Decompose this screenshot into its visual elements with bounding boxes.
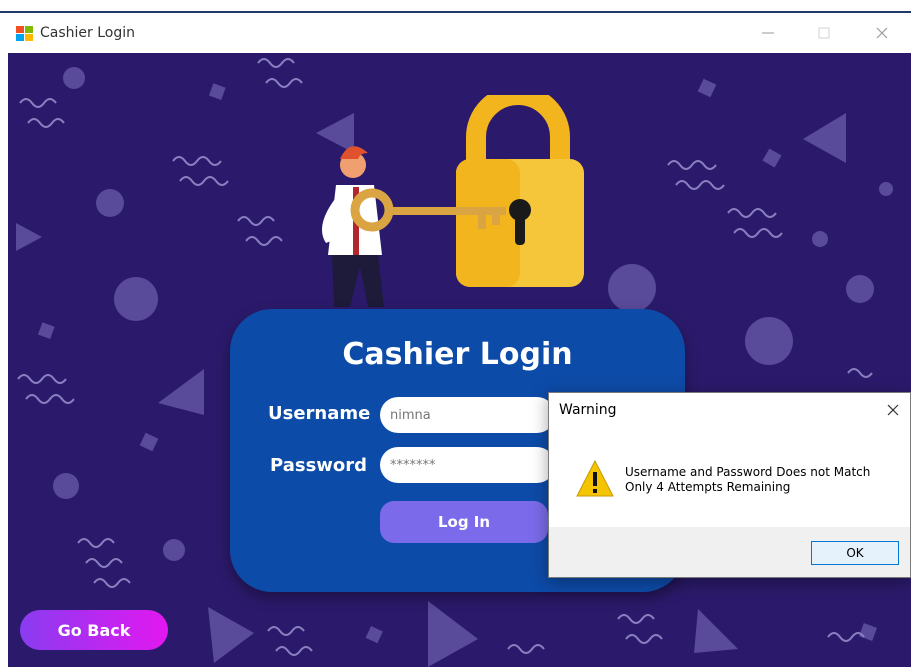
ok-button[interactable]: OK (811, 541, 899, 565)
bg-squiggle (25, 394, 75, 404)
login-button[interactable]: Log In (380, 501, 548, 543)
close-button[interactable] (864, 19, 900, 47)
bg-square (139, 432, 159, 452)
bg-squiggle (245, 236, 283, 246)
bg-squiggle (93, 578, 131, 588)
minimize-button[interactable] (750, 19, 786, 47)
bg-circle (63, 67, 85, 89)
bg-squiggle (172, 156, 222, 166)
lock-illustration (322, 95, 584, 307)
bg-squiggle (507, 644, 545, 654)
password-input[interactable]: ******* (380, 447, 555, 483)
maximize-button[interactable] (806, 19, 842, 47)
bg-square (208, 83, 226, 100)
lock-body-shade (456, 159, 520, 287)
person-legs (332, 255, 384, 307)
bg-squiggle (237, 216, 275, 226)
lock-shackle (466, 95, 570, 167)
warning-dialog: Warning Username and Password Does not M… (548, 392, 911, 578)
bg-circle (53, 473, 79, 499)
bg-square (859, 623, 877, 641)
bg-circle (96, 189, 124, 217)
title-bar[interactable]: Cashier Login (8, 13, 911, 53)
bg-triangle (428, 601, 478, 667)
bg-squiggle (827, 632, 865, 642)
username-input[interactable]: nimna (380, 397, 555, 433)
bg-squiggle (727, 208, 777, 218)
bg-circle (608, 264, 656, 312)
minimize-icon (762, 32, 774, 34)
person-hair (340, 146, 368, 159)
bg-squiggle (85, 558, 123, 568)
bg-squiggle (257, 58, 295, 68)
bg-squiggle (617, 614, 655, 624)
card-title: Cashier Login (342, 337, 573, 372)
bg-squiggle (179, 176, 229, 186)
maximize-icon (818, 27, 830, 39)
bg-squiggle (77, 538, 115, 548)
bg-circle (879, 182, 893, 196)
go-back-button[interactable]: Go Back (20, 610, 168, 650)
bg-circle (745, 317, 793, 365)
app-icon (16, 26, 33, 41)
bg-squiggle (27, 118, 65, 128)
bg-squiggle (19, 98, 57, 108)
bg-squiggle (17, 374, 67, 384)
dialog-message-line2: Only 4 Attempts Remaining (625, 480, 791, 494)
bg-triangle (694, 609, 738, 653)
bg-squiggle (275, 646, 313, 656)
bg-squiggle (267, 626, 305, 636)
bg-triangle (16, 223, 42, 251)
bg-square (762, 148, 782, 168)
dialog-message-line1: Username and Password Does not Match (625, 465, 871, 479)
bg-square (697, 78, 717, 98)
dialog-close-button[interactable] (878, 397, 908, 423)
bg-square (365, 626, 383, 644)
bg-triangle (803, 113, 846, 163)
bg-squiggle (733, 228, 783, 238)
key-shaft (386, 207, 506, 215)
warning-icon (576, 459, 614, 497)
close-icon (876, 27, 888, 39)
dialog-message: Username and Password Does not Match Onl… (625, 465, 870, 495)
dialog-title: Warning (559, 402, 617, 418)
bg-circle (114, 277, 158, 321)
bg-triangle (208, 607, 254, 663)
bg-squiggle (265, 78, 303, 88)
username-label: Username (268, 403, 371, 424)
bg-circle (163, 539, 185, 561)
password-label: Password (270, 455, 368, 476)
bg-circle (812, 231, 828, 247)
bg-triangle (158, 369, 204, 415)
bg-squiggle (847, 368, 873, 378)
bg-square (37, 322, 55, 339)
bg-circle (846, 275, 874, 303)
window-title: Cashier Login (40, 25, 135, 41)
bg-squiggle (625, 634, 663, 644)
bg-squiggle (675, 180, 725, 190)
bg-squiggle (667, 160, 717, 170)
close-icon (887, 404, 899, 416)
